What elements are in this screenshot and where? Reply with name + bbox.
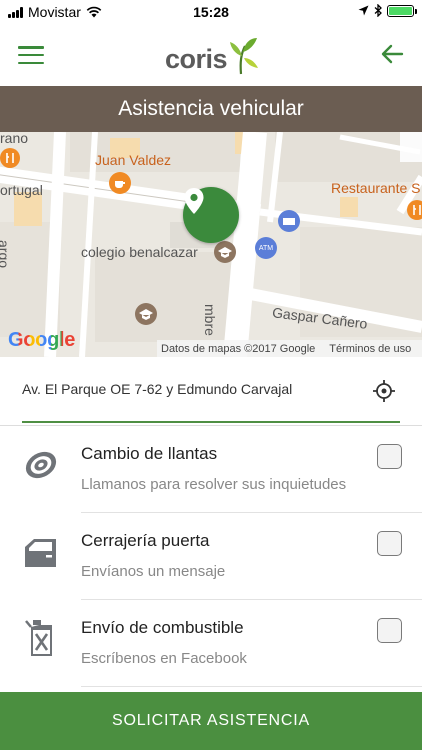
atm-icon: ATM [255, 237, 277, 259]
service-item-fuel[interactable]: Envío de combustible Escríbenos en Faceb… [0, 600, 422, 687]
logo-leaves-icon [230, 38, 258, 75]
google-logo-text: Google [8, 329, 76, 351]
app-bar: coris [0, 26, 422, 86]
address-field[interactable]: Av. El Parque OE 7-62 y Edmundo Carvajal [0, 357, 422, 425]
map-label-colegio: colegio benalcazar [81, 244, 198, 260]
car-door-icon [25, 539, 56, 567]
service-title: Envío de combustible [81, 618, 244, 637]
tire-icon [25, 451, 57, 479]
crosshair-locate-button[interactable] [372, 379, 396, 403]
google-logo: Google [8, 329, 75, 352]
service-item-lock[interactable]: Cerrajería puerta Envíanos un mensaje [0, 513, 422, 600]
service-item-tire[interactable]: Cambio de llantas Llamanos para resolver… [0, 426, 422, 513]
divider [81, 686, 422, 687]
atm-label: ATM [258, 244, 274, 252]
map-label-rano: rano [0, 132, 29, 146]
service-checkbox-tire[interactable] [377, 444, 402, 469]
location-arrow-icon [358, 5, 369, 16]
bank-icon [278, 210, 300, 232]
back-arrow-button[interactable] [378, 40, 406, 68]
map-label-street-embre: mbre [202, 304, 218, 336]
battery-icon [387, 4, 417, 17]
bluetooth-icon [374, 4, 382, 17]
location-pin-button[interactable] [183, 187, 239, 243]
request-assistance-button[interactable]: SOLICITAR ASISTENCIA [0, 692, 422, 750]
restaurant-icon-2 [407, 200, 422, 220]
fuel-can-icon [25, 620, 52, 656]
map-pin-icon [184, 188, 204, 214]
map-terms-link[interactable]: Términos de uso [329, 343, 411, 355]
map-view[interactable]: rano Juan Valdez Restaurante S ortugal c… [0, 132, 422, 357]
map-label-restaurante: Restaurante S [331, 180, 421, 196]
service-checkbox-lock[interactable] [377, 531, 402, 556]
app-screen: Movistar 15:28 coris Asistencia vehicula… [0, 0, 422, 750]
status-bar: Movistar 15:28 [0, 0, 422, 26]
map-label-juan-valdez: Juan Valdez [95, 152, 172, 168]
coris-logo: coris [165, 36, 260, 76]
school-icon-2 [135, 303, 157, 325]
logo-text: coris [165, 44, 228, 74]
menu-button[interactable] [18, 44, 44, 66]
cafe-icon [109, 172, 131, 194]
map-label-street-argo: argo [0, 240, 12, 269]
address-value[interactable]: Av. El Parque OE 7-62 y Edmundo Carvajal [22, 381, 292, 397]
service-checkbox-fuel[interactable] [377, 618, 402, 643]
service-subtitle: Llamanos para resolver sus inquietudes [81, 476, 347, 493]
service-title: Cerrajería puerta [81, 531, 210, 550]
address-underline [22, 421, 400, 423]
service-title: Cambio de llantas [81, 444, 218, 463]
map-data-notice: Datos de mapas ©2017 Google [161, 342, 316, 355]
service-subtitle: Envíanos un mensaje [81, 563, 226, 580]
school-icon [214, 241, 236, 263]
service-list: Cambio de llantas Llamanos para resolver… [0, 426, 422, 687]
map-attribution: Datos de mapas ©2017 Google Términos de … [157, 340, 422, 357]
page-title-bar: Asistencia vehicular [0, 86, 422, 132]
map-label-portugal: ortugal [0, 182, 43, 198]
service-subtitle: Escríbenos en Facebook [81, 650, 247, 667]
restaurant-icon [0, 148, 20, 168]
page-title: Asistencia vehicular [118, 97, 304, 120]
